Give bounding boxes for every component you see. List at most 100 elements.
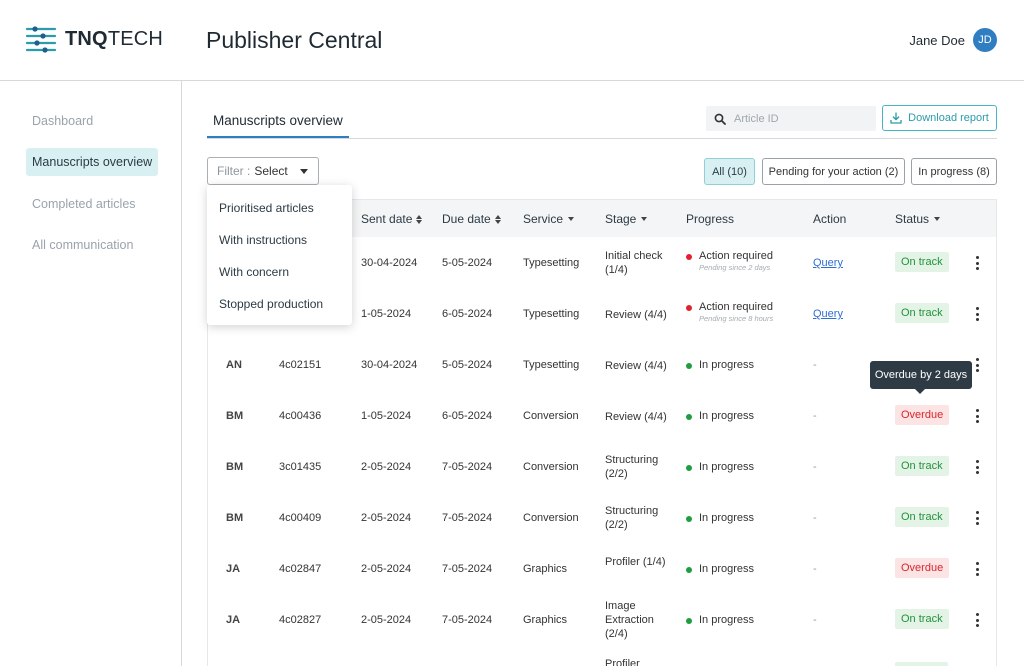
column-label: Stage: [605, 212, 637, 226]
filter-value: Select: [254, 164, 288, 178]
progress-cell: In progress: [686, 359, 754, 371]
query-link[interactable]: Query: [813, 308, 843, 320]
column-action: Action: [813, 212, 846, 226]
more-options-icon[interactable]: [973, 510, 981, 526]
service-cell: Conversion: [523, 461, 579, 473]
column-status[interactable]: Status: [895, 212, 941, 226]
query-link[interactable]: Query: [813, 257, 843, 269]
status-badge: On track: [895, 609, 949, 629]
sent-date-cell: 2-05-2024: [361, 461, 412, 473]
sent-date-cell: 1-05-2024: [361, 308, 412, 320]
editor-cell: BM: [226, 461, 244, 473]
progress-text: Action required: [699, 250, 773, 262]
status-badge[interactable]: Overdue: [895, 558, 950, 578]
menu-item-with-concern[interactable]: With concern: [207, 256, 352, 288]
status-badge: On track: [895, 303, 949, 323]
status-dot-icon: [686, 567, 692, 573]
progress-cell: In progress: [686, 410, 754, 422]
download-report-button[interactable]: Download report: [882, 105, 997, 131]
download-icon: [890, 112, 902, 124]
article-id-cell: 4c02827: [279, 614, 322, 626]
table-row[interactable]: BM 3c01435 2-05-2024 7-05-2024 Conversio…: [208, 441, 996, 492]
filter-pill-all[interactable]: All (10): [704, 158, 755, 185]
sidebar-item-manuscripts-overview[interactable]: Manuscripts overview: [26, 148, 159, 176]
service-cell: Graphics: [523, 614, 568, 626]
progress-cell: In progress: [686, 563, 754, 575]
search-box[interactable]: [706, 106, 876, 131]
user-menu[interactable]: Jane Doe JD: [909, 28, 997, 52]
sent-date-cell: 2-05-2024: [361, 563, 412, 575]
status-dot-icon: [686, 516, 692, 522]
column-sent-date[interactable]: Sent date: [361, 212, 423, 226]
sidebar-item-all-communication[interactable]: All communication: [26, 231, 139, 259]
progress-cell: Action required Pending since 2 days: [686, 250, 773, 272]
sort-icon: [494, 214, 501, 224]
due-date-cell: 6-05-2024: [442, 308, 493, 320]
tab-manuscripts-overview[interactable]: Manuscripts overview: [207, 107, 349, 138]
due-date-cell: 7-05-2024: [442, 461, 493, 473]
more-options-icon[interactable]: [973, 306, 981, 322]
sent-date-cell: 30-04-2024: [361, 257, 418, 269]
filter-pill-pending[interactable]: Pending for your action (2): [762, 158, 905, 185]
tab-divider: [207, 138, 997, 139]
user-name: Jane Doe: [909, 32, 965, 48]
service-cell: Graphics: [523, 563, 568, 575]
overdue-tooltip: Overdue by 2 days: [870, 361, 972, 394]
column-stage[interactable]: Stage: [605, 212, 648, 226]
sort-icon: [416, 214, 423, 224]
more-options-icon[interactable]: [973, 459, 981, 475]
filter-pill-in-progress[interactable]: In progress (8): [911, 158, 997, 185]
editor-cell: AN: [226, 359, 242, 371]
stage-cell: Structuring (2/2): [605, 454, 659, 480]
column-due-date[interactable]: Due date: [442, 212, 501, 226]
more-options-icon[interactable]: [973, 255, 981, 271]
filter-dropdown-menu: Prioritised articles With instructions W…: [207, 185, 352, 325]
table-row[interactable]: JA 4c02827 2-05-2024 7-05-2024 Graphics …: [208, 594, 996, 645]
menu-item-prioritised-articles[interactable]: Prioritised articles: [207, 192, 352, 224]
brand-logo[interactable]: TNQTECH: [25, 25, 163, 53]
download-report-label: Download report: [908, 112, 989, 124]
app-title: Publisher Central: [206, 27, 383, 53]
column-label: Progress: [686, 212, 735, 226]
caret-down-icon: [300, 169, 308, 174]
menu-item-stopped-production[interactable]: Stopped production: [207, 288, 352, 320]
sent-date-cell: 30-04-2024: [361, 359, 418, 371]
menu-item-with-instructions[interactable]: With instructions: [207, 224, 352, 256]
table-row[interactable]: BM 4c00436 1-05-2024 6-05-2024 Conversio…: [208, 390, 996, 441]
more-options-icon[interactable]: [973, 612, 981, 628]
filter-select[interactable]: Filter : Select: [207, 157, 319, 185]
column-service[interactable]: Service: [523, 212, 575, 226]
more-options-icon[interactable]: [973, 357, 981, 373]
progress-cell: In progress: [686, 614, 754, 626]
sent-date-cell: 2-05-2024: [361, 512, 412, 524]
sidebar-item-completed-articles[interactable]: Completed articles: [26, 190, 142, 218]
status-dot-icon: [686, 363, 692, 369]
service-cell: Typesetting: [523, 257, 580, 269]
stage-cell: Review (4/4): [605, 360, 667, 372]
sidebar-item-dashboard[interactable]: Dashboard: [26, 107, 99, 135]
stage-cell: Review (4/4): [605, 411, 667, 423]
status-dot-icon: [686, 465, 692, 471]
stage-cell: Image Extraction (2/4): [605, 600, 654, 640]
service-cell: Conversion: [523, 512, 579, 524]
editor-cell: JA: [226, 563, 241, 575]
more-options-icon[interactable]: [973, 561, 981, 577]
status-dot-icon: [686, 618, 692, 624]
action-cell: -: [813, 512, 817, 524]
stage-cell: Structuring (2/2): [605, 505, 659, 531]
caret-down-icon: [568, 217, 575, 221]
table-row[interactable]: JA 4c02847 2-05-2024 7-05-2024 Graphics …: [208, 543, 996, 594]
avatar[interactable]: JD: [973, 28, 997, 52]
column-label: Status: [895, 212, 930, 226]
article-id-search-input[interactable]: [734, 112, 864, 125]
editor-cell: JA: [226, 614, 241, 626]
stage-cell: Profiler: [605, 658, 640, 666]
status-badge[interactable]: Overdue: [895, 405, 950, 425]
table-row[interactable]: BM 4c00409 2-05-2024 7-05-2024 Conversio…: [208, 492, 996, 543]
app-header: TNQTECH Publisher Central Jane Doe JD: [0, 0, 1024, 81]
caret-down-icon: [934, 217, 941, 221]
more-options-icon[interactable]: [973, 408, 981, 424]
progress-cell: In progress: [686, 512, 754, 524]
progress-text: In progress: [699, 512, 755, 524]
table-row[interactable]: Profiler: [208, 645, 996, 666]
